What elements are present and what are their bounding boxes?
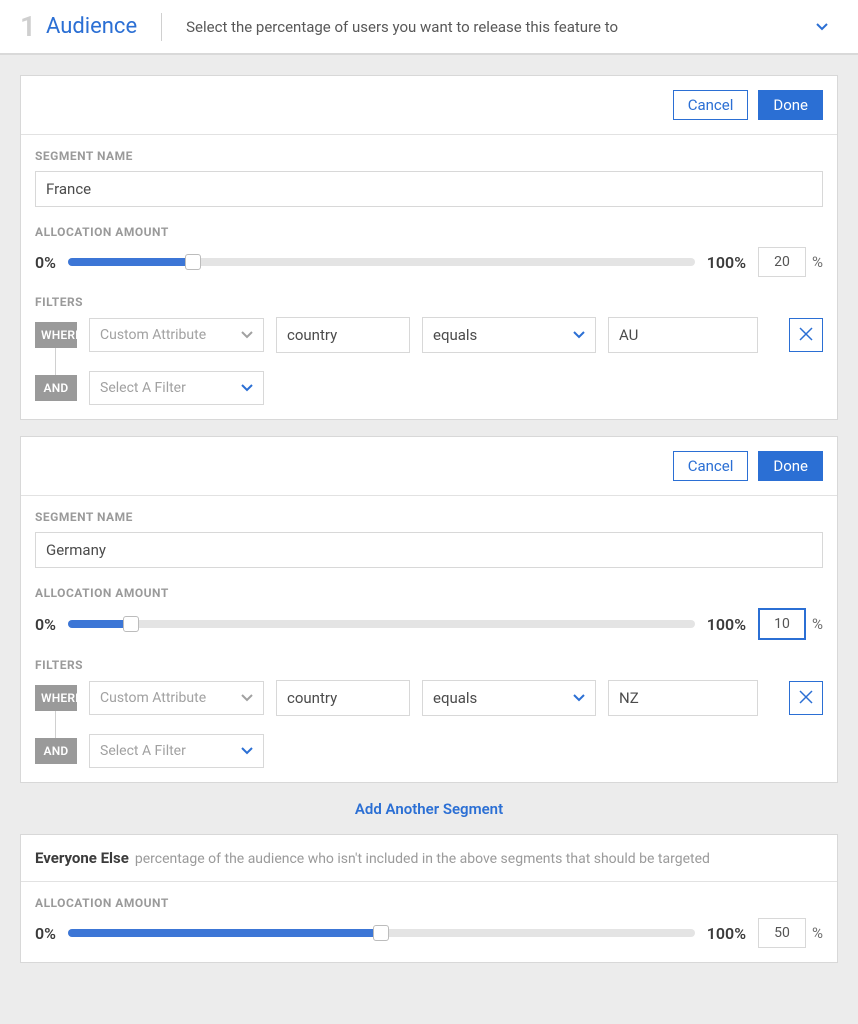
header-divider [161, 13, 162, 41]
filter-operator-value: equals [433, 689, 477, 707]
where-tag: WHERE [35, 322, 77, 348]
allocation-input[interactable] [758, 918, 806, 948]
pct-min-label: 0% [35, 253, 56, 272]
close-icon [799, 689, 813, 708]
everyone-else-card: Everyone Else percentage of the audience… [20, 834, 838, 963]
and-tag: AND [35, 375, 77, 401]
step-header: 1 Audience Select the percentage of user… [0, 0, 858, 55]
chevron-down-icon[interactable] [816, 19, 828, 35]
filter-operator-select[interactable]: equals [422, 680, 596, 716]
add-filter-placeholder: Select A Filter [100, 743, 186, 759]
everyone-else-desc: percentage of the audience who isn't inc… [135, 851, 710, 867]
percent-symbol: % [812, 253, 823, 271]
chevron-down-icon [241, 327, 253, 343]
done-button[interactable]: Done [758, 451, 823, 481]
card-actions: Cancel Done [21, 76, 837, 135]
pct-max-label: 100% [707, 615, 746, 634]
step-number: 1 [20, 10, 36, 43]
remove-filter-button[interactable] [789, 318, 823, 352]
cancel-button[interactable]: Cancel [673, 451, 749, 481]
and-tag: AND [35, 738, 77, 764]
allocation-label: ALLOCATION AMOUNT [35, 896, 823, 910]
allocation-slider[interactable] [68, 258, 695, 266]
slider-thumb[interactable] [123, 616, 139, 632]
filter-operator-select[interactable]: equals [422, 317, 596, 353]
allocation-slider[interactable] [68, 929, 695, 937]
filter-attribute-input[interactable] [276, 317, 410, 353]
step-description: Select the percentage of users you want … [186, 18, 838, 36]
filter-value-input[interactable] [608, 317, 758, 353]
filter-type-value: Custom Attribute [100, 690, 206, 706]
pct-min-label: 0% [35, 615, 56, 634]
allocation-label: ALLOCATION AMOUNT [35, 586, 823, 600]
segment-card: Cancel Done SEGMENT NAME ALLOCATION AMOU… [20, 75, 838, 420]
filter-attribute-input[interactable] [276, 680, 410, 716]
segment-name-label: SEGMENT NAME [35, 149, 823, 163]
filter-type-value: Custom Attribute [100, 327, 206, 343]
add-filter-select[interactable]: Select A Filter [89, 734, 264, 768]
add-filter-placeholder: Select A Filter [100, 380, 186, 396]
allocation-input[interactable] [758, 608, 806, 640]
segment-name-input[interactable] [35, 171, 823, 207]
segment-card: Cancel Done SEGMENT NAME ALLOCATION AMOU… [20, 436, 838, 783]
add-filter-select[interactable]: Select A Filter [89, 371, 264, 405]
slider-thumb[interactable] [185, 254, 201, 270]
pct-max-label: 100% [707, 924, 746, 943]
segment-name-input[interactable] [35, 532, 823, 568]
chevron-down-icon [241, 743, 253, 759]
filter-operator-value: equals [433, 326, 477, 344]
pct-max-label: 100% [707, 253, 746, 272]
allocation-slider[interactable] [68, 620, 695, 628]
chevron-down-icon [573, 690, 585, 706]
percent-symbol: % [812, 924, 823, 942]
chevron-down-icon [241, 380, 253, 396]
close-icon [799, 326, 813, 345]
pct-min-label: 0% [35, 924, 56, 943]
where-tag: WHERE [35, 685, 77, 711]
chevron-down-icon [573, 327, 585, 343]
chevron-down-icon [241, 690, 253, 706]
page-body: Cancel Done SEGMENT NAME ALLOCATION AMOU… [0, 55, 858, 983]
done-button[interactable]: Done [758, 90, 823, 120]
segment-name-label: SEGMENT NAME [35, 510, 823, 524]
filters-label: FILTERS [35, 658, 823, 672]
cancel-button[interactable]: Cancel [673, 90, 749, 120]
card-actions: Cancel Done [21, 437, 837, 496]
slider-thumb[interactable] [373, 925, 389, 941]
filter-type-select[interactable]: Custom Attribute [89, 681, 264, 715]
filter-type-select[interactable]: Custom Attribute [89, 318, 264, 352]
allocation-input[interactable] [758, 247, 806, 277]
step-title: Audience [46, 14, 137, 39]
filters-label: FILTERS [35, 295, 823, 309]
percent-symbol: % [812, 615, 823, 633]
remove-filter-button[interactable] [789, 681, 823, 715]
add-segment-link[interactable]: Add Another Segment [355, 800, 503, 818]
add-segment-row: Add Another Segment [20, 799, 838, 818]
everyone-else-title: Everyone Else [35, 849, 129, 867]
allocation-label: ALLOCATION AMOUNT [35, 225, 823, 239]
filter-value-input[interactable] [608, 680, 758, 716]
